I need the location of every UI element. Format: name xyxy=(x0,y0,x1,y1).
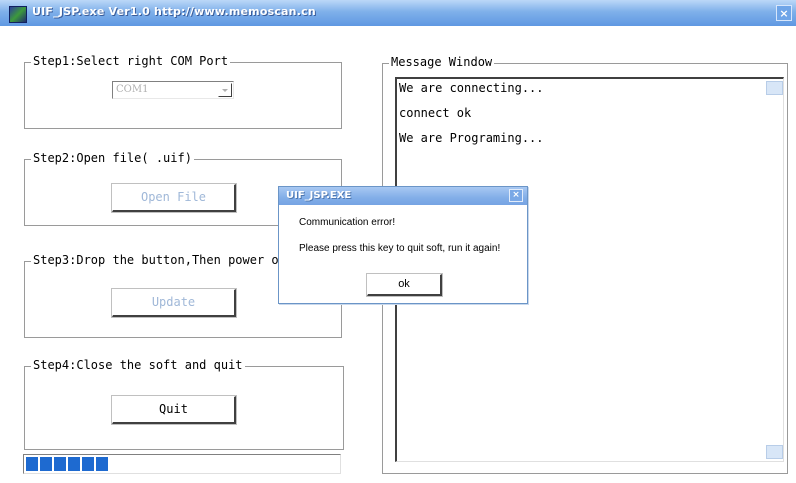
step1-legend: Step1:Select right COM Port xyxy=(31,54,231,68)
vertical-scrollbar[interactable] xyxy=(766,79,783,461)
com-port-select[interactable]: COM1 xyxy=(112,81,234,99)
dialog-title: UIF_JSP.EXE xyxy=(286,190,352,201)
quit-button[interactable]: Quit xyxy=(111,395,237,425)
close-icon[interactable]: × xyxy=(509,189,523,202)
scroll-down-button[interactable] xyxy=(766,445,783,459)
client-area: Step1:Select right COM Port COM1 Step2:O… xyxy=(0,26,796,483)
dialog-title-bar: UIF_JSP.EXE × xyxy=(279,187,527,205)
scroll-up-button[interactable] xyxy=(766,81,783,95)
dialog-message-1: Communication error! xyxy=(299,217,396,228)
step2-legend: Step2:Open file( .uif) xyxy=(31,151,194,165)
title-bar: UIF_JSP.exe Ver1.0 http://www.memoscan.c… xyxy=(0,0,796,26)
step3-legend: Step3:Drop the button,Then power on xyxy=(31,253,288,267)
close-icon[interactable]: × xyxy=(776,5,792,21)
message-line: We are connecting... xyxy=(399,81,544,95)
progress-fill xyxy=(26,457,110,471)
app-icon xyxy=(9,6,27,23)
step4-legend: Step4:Close the soft and quit xyxy=(31,358,245,372)
progress-bar xyxy=(23,454,341,474)
chevron-down-icon[interactable] xyxy=(218,83,232,97)
message-line: connect ok xyxy=(399,106,472,120)
com-port-value: COM1 xyxy=(116,84,149,95)
update-button[interactable]: Update xyxy=(111,288,237,318)
window-title: UIF_JSP.exe Ver1.0 http://www.memoscan.c… xyxy=(32,5,316,18)
message-window-legend: Message Window xyxy=(389,55,495,69)
ok-button[interactable]: ok xyxy=(366,273,443,297)
open-file-button[interactable]: Open File xyxy=(111,183,237,213)
message-line: We are Programing... xyxy=(399,131,544,145)
error-dialog: UIF_JSP.EXE × Communication error! Pleas… xyxy=(278,186,528,304)
dialog-message-2: Please press this key to quit soft, run … xyxy=(299,243,501,254)
